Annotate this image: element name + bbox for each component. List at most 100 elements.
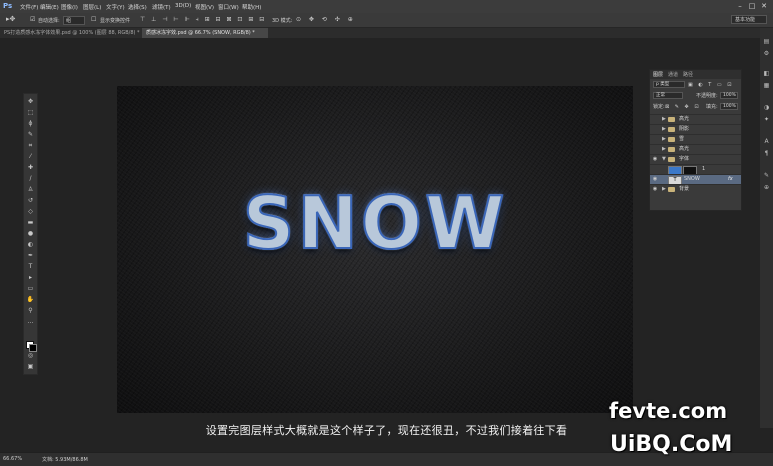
menu-layer[interactable]: 图层(L) xyxy=(83,3,101,11)
swatches-panel-icon[interactable]: ▦ xyxy=(763,82,770,89)
quick-mask-icon[interactable]: ◎ xyxy=(26,352,35,360)
layer-row[interactable]: ▶ 雪 xyxy=(650,134,741,144)
document-tab-label: 质感冰冻字效.psd @ 66.7% (SNOW, RGB/8) * xyxy=(146,30,255,36)
collapse-arrow-icon[interactable]: ▼ xyxy=(662,155,666,164)
crop-tool-icon[interactable]: ⌗ xyxy=(26,142,35,150)
healing-tool-icon[interactable]: ✚ xyxy=(26,164,35,172)
gradient-tool-icon[interactable]: ▬ xyxy=(26,219,35,227)
layer-row[interactable]: ▶ 高光 xyxy=(650,114,741,124)
document-tab-label: PS打造质感水冻字体效果.psd @ 100% (图层 88, RGB/8) * xyxy=(4,30,140,36)
marquee-tool-icon[interactable]: ⬚ xyxy=(26,109,35,117)
tools-panel: ✥ ⬚ ϕ ✎ ⌗ ⁄ ✚ / ♙ ↺ ◇ ▬ ● ◐ ✒ T ▸ ▭ ✋ ⚲ … xyxy=(23,93,38,375)
fill-label: 填充: xyxy=(706,104,718,110)
menu-edit[interactable]: 编辑(E) xyxy=(40,3,59,11)
opacity-field[interactable]: 100% xyxy=(720,92,738,99)
eye-icon[interactable]: ◉ xyxy=(652,155,658,164)
brush-tool-icon[interactable]: / xyxy=(26,175,35,183)
blend-mode-dropdown[interactable]: 正常 xyxy=(653,92,683,99)
path-select-tool-icon[interactable]: ▸ xyxy=(26,274,35,282)
brush-panel-icon[interactable]: ✎ xyxy=(763,172,770,179)
expand-arrow-icon[interactable]: ▶ xyxy=(662,185,666,194)
expand-arrow-icon[interactable]: ▶ xyxy=(662,125,666,134)
screen-mode-icon[interactable]: ▣ xyxy=(26,363,35,371)
document-tab-1[interactable]: PS打造质感水冻字体效果.psd @ 100% (图层 88, RGB/8) * xyxy=(0,28,141,38)
lock-icons[interactable]: ⊠ ✎ ✥ ⊡ xyxy=(665,102,701,112)
menu-file[interactable]: 文件(F) xyxy=(20,3,38,11)
color-panel-icon[interactable]: ◧ xyxy=(763,70,770,77)
menu-window[interactable]: 窗口(W) xyxy=(218,3,239,11)
layers-panel: 图层 通道 路径 p 类型 ▣ ◐ T ▭ ⊡ 正常 不透明度: 100% 锁定… xyxy=(649,69,742,211)
zoom-level[interactable]: 66.67% xyxy=(3,456,22,462)
eye-icon[interactable]: ◉ xyxy=(652,175,658,184)
adjustments-panel-icon[interactable]: ◑ xyxy=(763,104,770,111)
character-panel-icon[interactable]: A xyxy=(763,138,770,145)
layer-row[interactable]: ▶ 高光 xyxy=(650,144,741,154)
background-color-swatch[interactable] xyxy=(29,344,37,352)
stamp-tool-icon[interactable]: ♙ xyxy=(26,186,35,194)
fill-field[interactable]: 100% xyxy=(720,103,738,110)
eye-icon[interactable]: ◉ xyxy=(652,185,658,194)
type-tool-icon[interactable]: T xyxy=(26,263,35,271)
move-tool-icon[interactable]: ✥ xyxy=(26,98,35,106)
menu-filter[interactable]: 滤镜(T) xyxy=(152,3,171,11)
menu-3d[interactable]: 3D(D) xyxy=(175,3,191,9)
workspace-switcher[interactable]: 基本功能 xyxy=(731,15,767,24)
checkbox-icon[interactable]: ☑ xyxy=(30,16,35,23)
blend-row: 正常 不透明度: 100% xyxy=(650,91,741,101)
folder-icon xyxy=(668,127,675,132)
folder-icon xyxy=(668,157,675,162)
document-info[interactable]: 文档: 5.93M/86.8M xyxy=(42,456,88,463)
auto-select-value: 组 xyxy=(66,18,72,24)
history-brush-tool-icon[interactable]: ↺ xyxy=(26,197,35,205)
blend-mode-value: 正常 xyxy=(656,93,665,98)
transform-checkbox-icon[interactable]: ☐ xyxy=(91,16,96,23)
layer-row[interactable]: ◉ ▼ 字体 xyxy=(650,154,741,164)
dodge-tool-icon[interactable]: ◐ xyxy=(26,241,35,249)
blur-tool-icon[interactable]: ● xyxy=(26,230,35,238)
zoom-tool-icon[interactable]: ⚲ xyxy=(26,307,35,315)
layer-row-selected[interactable]: ◉ T SNOW fx xyxy=(650,174,741,185)
layer-filter-dropdown[interactable]: p 类型 xyxy=(653,81,685,88)
pen-tool-icon[interactable]: ✒ xyxy=(26,252,35,260)
layers-panel-tabs: 图层 通道 路径 xyxy=(650,70,741,79)
eraser-tool-icon[interactable]: ◇ xyxy=(26,208,35,216)
document-tab-2[interactable]: 质感冰冻字效.psd @ 66.7% (SNOW, RGB/8) * xyxy=(142,28,268,38)
move-tool-icon[interactable]: ▸✥ xyxy=(6,15,15,23)
menu-view[interactable]: 视图(V) xyxy=(195,3,214,11)
lasso-tool-icon[interactable]: ϕ xyxy=(26,120,35,128)
maximize-icon[interactable]: □ xyxy=(748,2,756,10)
expand-arrow-icon[interactable]: ▶ xyxy=(662,135,666,144)
clone-source-panel-icon[interactable]: ⊕ xyxy=(763,184,770,191)
document-canvas[interactable]: SNOW xyxy=(117,86,633,413)
menu-type[interactable]: 文字(Y) xyxy=(106,3,125,11)
tab-channels[interactable]: 通道 xyxy=(668,71,678,78)
auto-select-dropdown[interactable]: 组 xyxy=(63,16,85,25)
filter-icons[interactable]: ▣ ◐ T ▭ ⊡ xyxy=(688,80,733,90)
layer-row[interactable]: ◉ ▶ 背景 xyxy=(650,184,741,194)
menu-image[interactable]: 图像(I) xyxy=(61,3,78,11)
properties-panel-icon[interactable]: ⚙ xyxy=(763,50,770,57)
history-panel-icon[interactable]: ▤ xyxy=(763,38,770,45)
close-icon[interactable]: ✕ xyxy=(760,2,768,10)
hand-tool-icon[interactable]: ✋ xyxy=(26,296,35,304)
layer-name: 背景 xyxy=(679,186,690,192)
tab-paths[interactable]: 路径 xyxy=(683,71,693,78)
tab-layers[interactable]: 图层 xyxy=(653,71,663,78)
layer-row[interactable]: ▶ 阴影 xyxy=(650,124,741,134)
paragraph-panel-icon[interactable]: ¶ xyxy=(763,150,770,157)
eyedropper-tool-icon[interactable]: ⁄ xyxy=(26,153,35,161)
shape-tool-icon[interactable]: ▭ xyxy=(26,285,35,293)
align-icons[interactable]: ⊤ ⊥ ⊣ ⊢ ⊩ ⫞ ⊞ ⊟ ⊠ ⊡ ⊞ ⊟ xyxy=(140,16,266,24)
expand-arrow-icon[interactable]: ▶ xyxy=(662,115,666,124)
auto-select-label: 自动选择: xyxy=(38,18,60,24)
layer-row[interactable]: 1 xyxy=(650,164,741,175)
expand-arrow-icon[interactable]: ▶ xyxy=(662,145,666,154)
fx-icon[interactable]: fx xyxy=(728,175,733,184)
more-tools-icon[interactable]: … xyxy=(26,318,35,326)
3d-mode-icons[interactable]: ⊙ ✥ ⟲ ✣ ⊕ xyxy=(296,16,356,23)
quick-select-tool-icon[interactable]: ✎ xyxy=(26,131,35,139)
styles-panel-icon[interactable]: ✦ xyxy=(763,116,770,123)
menu-select[interactable]: 选择(S) xyxy=(128,3,147,11)
minimize-icon[interactable]: – xyxy=(736,2,744,10)
menu-help[interactable]: 帮助(H) xyxy=(242,3,261,11)
